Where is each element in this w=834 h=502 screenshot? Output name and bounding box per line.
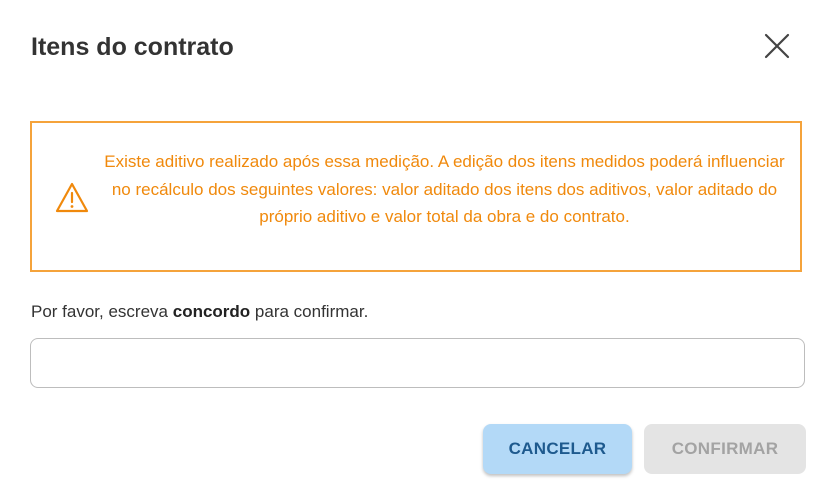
close-icon	[764, 33, 790, 59]
confirm-label-suffix: para confirmar.	[250, 302, 369, 321]
cancel-button[interactable]: CANCELAR	[483, 424, 632, 474]
confirm-label-prefix: Por favor, escreva	[31, 302, 173, 321]
dialog: Itens do contrato Existe aditivo realiza…	[0, 0, 834, 502]
alert-message: Existe aditivo realizado após essa mediç…	[104, 152, 785, 226]
warning-triangle-icon	[55, 182, 89, 213]
confirm-text-input[interactable]	[30, 338, 805, 388]
confirm-keyword: concordo	[172, 302, 251, 321]
confirm-instruction: Por favor, escreva concordo para confirm…	[31, 301, 368, 323]
confirm-button[interactable]: CONFIRMAR	[644, 424, 806, 474]
warning-alert: Existe aditivo realizado após essa mediç…	[30, 121, 802, 272]
dialog-title: Itens do contrato	[31, 33, 234, 61]
close-button[interactable]	[761, 30, 793, 62]
